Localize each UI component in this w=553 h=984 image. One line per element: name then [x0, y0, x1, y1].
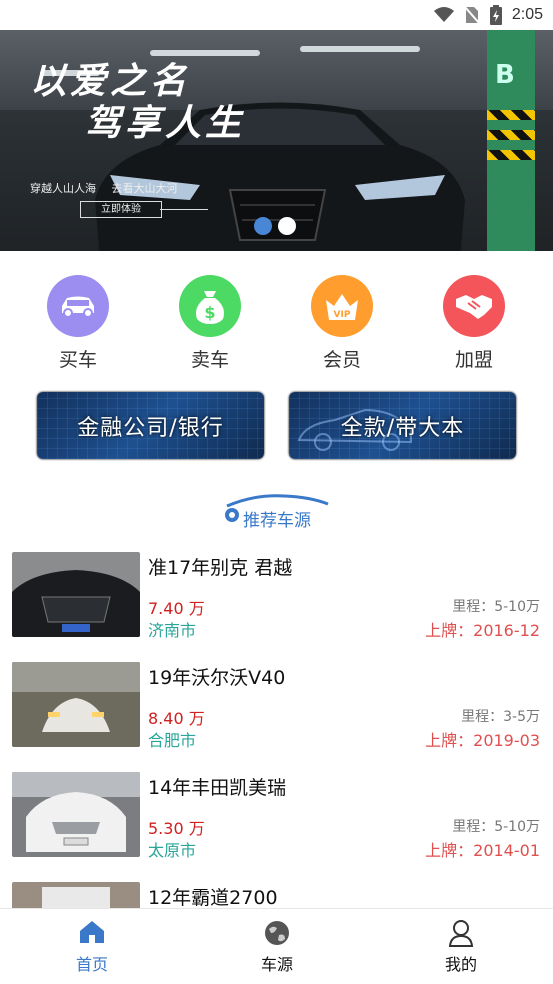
- category-label: 买车: [58, 349, 97, 371]
- car-title: 12年霸道2700: [148, 887, 278, 909]
- vip-crown-icon: VIP: [311, 275, 373, 337]
- category-membership[interactable]: VIP 会员: [297, 275, 387, 372]
- car-mileage: 里程：5-10万: [452, 599, 540, 615]
- carousel-dot-2[interactable]: [278, 217, 296, 235]
- category-buy-car[interactable]: 买车: [33, 275, 123, 372]
- globe-icon: [217, 919, 337, 947]
- status-bar: 2:05: [0, 0, 553, 30]
- hero-banner[interactable]: B 以爱之名 驾享人生 穿越人山人海 去看大山大河 立即体验: [0, 30, 553, 251]
- user-icon: [401, 919, 521, 947]
- category-sell-car[interactable]: $ 卖车: [165, 275, 255, 372]
- car-price: 5.30 万: [148, 819, 205, 838]
- svg-text:$: $: [204, 303, 215, 322]
- category-label: 会员: [322, 349, 361, 371]
- car-plate-date: 上牌：2019-03: [425, 731, 540, 750]
- category-label: 加盟: [454, 349, 493, 371]
- promo-full-payment[interactable]: 全款/带大本: [289, 392, 516, 459]
- carousel-dot-1[interactable]: [254, 217, 272, 235]
- car-list-item[interactable]: 准17年别克 君越 7.40 万 济南市 里程：5-10万 上牌：2016-12: [0, 550, 553, 640]
- car-thumbnail: [12, 772, 140, 857]
- car-city: 合肥市: [148, 731, 197, 750]
- car-title: 准17年别克 君越: [148, 557, 293, 579]
- carousel-indicator[interactable]: [254, 217, 296, 235]
- car-plate-date: 上牌：2016-12: [425, 621, 540, 640]
- try-now-button[interactable]: 立即体验: [80, 201, 162, 218]
- banner-subtitle: 穿越人山人海 去看大山大河: [30, 180, 190, 196]
- tab-label: 首页: [75, 955, 108, 974]
- garage-pillar: B: [487, 30, 535, 251]
- no-sim-icon: [464, 6, 480, 24]
- ceiling-light: [300, 46, 420, 52]
- tab-label: 我的: [444, 955, 477, 974]
- car-price: 8.40 万: [148, 709, 205, 728]
- car-city: 太原市: [148, 841, 197, 860]
- search-pin-icon: [225, 508, 239, 522]
- battery-icon: [489, 5, 502, 25]
- banner-headline-2: 驾享人生: [85, 103, 246, 144]
- tab-home[interactable]: 首页: [32, 909, 152, 984]
- bottom-tab-bar: 首页 车源 我的: [0, 908, 553, 984]
- category-franchise[interactable]: 加盟: [429, 275, 519, 372]
- banner-sub-left: 穿越人山人海: [30, 182, 96, 195]
- car-plate-date: 上牌：2014-01: [425, 841, 540, 860]
- promo-label: 金融公司/银行: [77, 415, 224, 441]
- car-price: 7.40 万: [148, 599, 205, 618]
- promo-label: 全款/带大本: [340, 415, 465, 441]
- car-icon: [47, 275, 109, 337]
- banner-sub-right: 去看大山大河: [111, 182, 178, 195]
- car-mileage: 里程：3-5万: [461, 709, 540, 725]
- car-city: 济南市: [148, 621, 197, 640]
- cta-divider: [160, 209, 208, 210]
- wifi-icon: [433, 7, 454, 22]
- car-title: 19年沃尔沃V40: [148, 667, 286, 689]
- car-list-item[interactable]: 19年沃尔沃V40 8.40 万 合肥市 里程：3-5万 上牌：2019-03: [0, 660, 553, 750]
- category-label: 卖车: [190, 349, 229, 371]
- svg-text:VIP: VIP: [334, 310, 351, 320]
- tab-car-source[interactable]: 车源: [217, 909, 337, 984]
- tab-mine[interactable]: 我的: [401, 909, 521, 984]
- clock-time: 2:05: [511, 6, 543, 23]
- car-thumbnail: [12, 552, 140, 637]
- car-list-item[interactable]: 14年丰田凯美瑞 5.30 万 太原市 里程：5-10万 上牌：2014-01: [0, 770, 553, 860]
- category-nav: 买车 $ 卖车 VIP 会员 加盟: [0, 275, 553, 372]
- section-header-recommended: 推荐车源: [0, 494, 553, 531]
- promo-finance-bank[interactable]: 金融公司/银行: [37, 392, 264, 459]
- section-title: 推荐车源: [243, 511, 311, 531]
- car-mileage: 里程：5-10万: [452, 819, 540, 835]
- tab-label: 车源: [260, 955, 293, 974]
- home-icon: [32, 919, 152, 947]
- handshake-icon: [443, 275, 505, 337]
- money-bag-icon: $: [179, 275, 241, 337]
- car-title: 14年丰田凯美瑞: [148, 777, 287, 799]
- car-thumbnail: [12, 662, 140, 747]
